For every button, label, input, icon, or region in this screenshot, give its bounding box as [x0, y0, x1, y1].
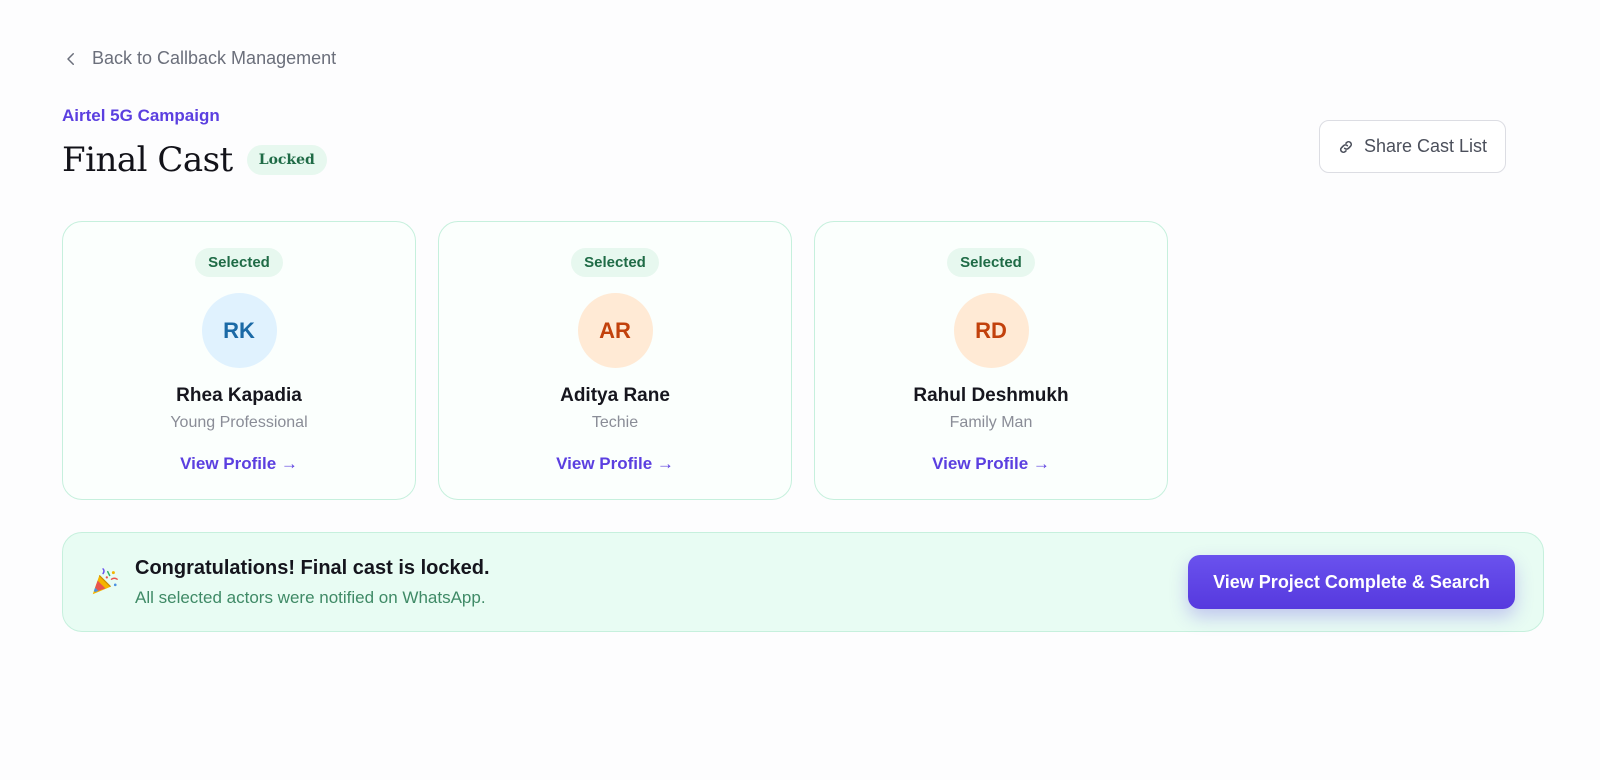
view-profile-link[interactable]: View Profile →	[556, 454, 674, 474]
cast-role: Family Man	[949, 414, 1033, 431]
share-cast-list-button[interactable]: Share Cast List	[1319, 120, 1506, 173]
cast-name: Rahul Deshmukh	[913, 385, 1069, 406]
view-profile-link[interactable]: View Profile →	[932, 454, 1050, 474]
back-link[interactable]: Back to Callback Management	[62, 48, 336, 69]
back-link-label: Back to Callback Management	[92, 48, 337, 68]
selected-badge: Selected	[947, 248, 1035, 277]
party-popper-icon	[92, 568, 118, 595]
cast-role: Young Professional	[170, 414, 308, 431]
share-button-label: Share Cast List	[1363, 136, 1488, 156]
avatar: RK	[201, 293, 277, 368]
link-icon	[1339, 140, 1353, 153]
campaign-name: Airtel 5G Campaign	[62, 106, 220, 125]
avatar: RD	[953, 293, 1029, 368]
success-banner: Congratulations! Final cast is locked. A…	[62, 532, 1544, 632]
cast-role: Techie	[591, 414, 639, 431]
status-badge: Locked	[246, 145, 327, 175]
cast-card-list: Selected RK Rhea Kapadia Young Professio…	[62, 221, 1168, 500]
view-project-complete-button[interactable]: View Project Complete & Search	[1188, 555, 1515, 609]
selected-badge: Selected	[195, 248, 283, 277]
final-cast-page: Back to Callback Management Airtel 5G Ca…	[0, 0, 1600, 780]
selected-badge: Selected	[571, 248, 659, 277]
cast-card: Selected RD Rahul Deshmukh Family Man Vi…	[814, 221, 1168, 500]
cast-card: Selected AR Aditya Rane Techie View Prof…	[438, 221, 792, 500]
chevron-left-icon	[67, 52, 74, 65]
page-title: Final Cast	[62, 140, 233, 180]
avatar: AR	[577, 293, 653, 368]
cast-card: Selected RK Rhea Kapadia Young Professio…	[62, 221, 416, 500]
cast-name: Rhea Kapadia	[176, 385, 302, 406]
banner-subtitle: All selected actors were notified on Wha…	[135, 587, 486, 607]
banner-title: Congratulations! Final cast is locked.	[135, 556, 490, 579]
banner-text: Congratulations! Final cast is locked. A…	[135, 557, 1188, 608]
view-profile-link[interactable]: View Profile →	[180, 454, 298, 474]
title-row: Final Cast Locked	[62, 140, 327, 180]
cast-name: Aditya Rane	[560, 385, 670, 406]
